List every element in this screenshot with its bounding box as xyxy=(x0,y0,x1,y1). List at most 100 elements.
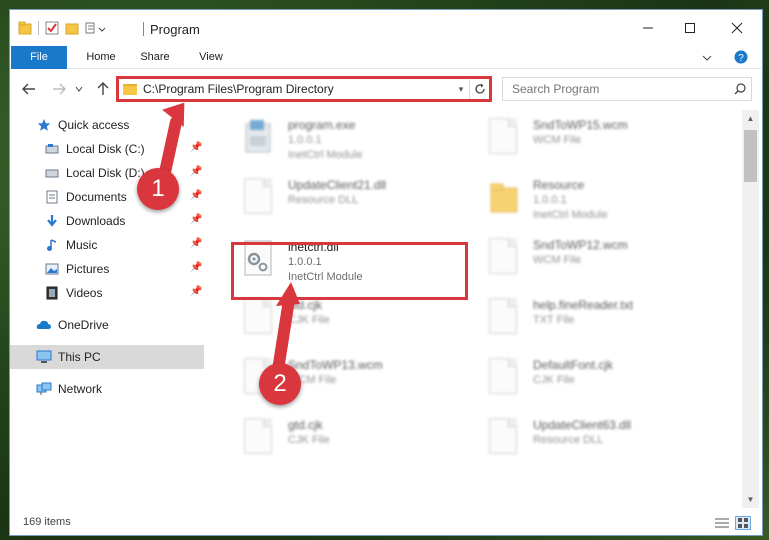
file-detail: CJK File xyxy=(288,314,330,326)
search-icon[interactable] xyxy=(729,83,751,95)
sidebar-item-pictures[interactable]: Pictures 📌 xyxy=(10,257,204,281)
file-detail: Resource DLL xyxy=(533,434,604,446)
file-detail: 1.0.0.1 xyxy=(288,134,322,146)
file-name: program.exe xyxy=(288,118,356,132)
chevron-down-icon[interactable] xyxy=(702,52,712,66)
pin-icon[interactable]: 📌 xyxy=(190,142,202,153)
details-view-icon[interactable] xyxy=(714,516,730,530)
sidebar-item-local-disk-c[interactable]: Local Disk (C:) 📌 xyxy=(10,137,204,161)
document-icon xyxy=(489,238,519,276)
pin-icon[interactable]: 📌 xyxy=(190,286,202,297)
recent-locations-icon[interactable] xyxy=(72,78,86,100)
sidebar-item-videos[interactable]: Videos 📌 xyxy=(10,281,204,305)
file-detail: WCM File xyxy=(533,254,582,266)
address-bar[interactable]: C:\Program Files\Program Directory ▾ xyxy=(116,76,492,102)
sidebar-item-quick-access[interactable]: Quick access xyxy=(10,113,204,137)
up-button[interactable] xyxy=(92,78,114,100)
tab-file[interactable]: File xyxy=(11,46,67,69)
status-bar: 169 items xyxy=(10,510,762,536)
file-item[interactable]: SndToWP13.wcm WCM File xyxy=(218,354,458,414)
videos-icon xyxy=(44,285,60,301)
minimize-button[interactable] xyxy=(625,10,671,46)
file-item[interactable]: help.fineReader.txt TXT File xyxy=(463,294,703,354)
large-icons-view-icon[interactable] xyxy=(735,516,751,530)
sidebar-item-music[interactable]: Music 📌 xyxy=(10,233,204,257)
scroll-down-arrow-icon[interactable]: ▼ xyxy=(742,491,759,508)
sidebar-item-this-pc[interactable]: This PC xyxy=(10,345,204,369)
pin-icon[interactable]: 📌 xyxy=(190,190,202,201)
file-type: InetCtrl Module xyxy=(533,209,608,221)
file-name: UpdateClient63.dll xyxy=(533,418,632,432)
file-name: std.cjk xyxy=(288,298,323,312)
folder-icon xyxy=(123,83,137,95)
file-detail: 1.0.0.1 xyxy=(533,194,567,206)
sidebar-item-label: Downloads xyxy=(66,214,126,228)
title-separator xyxy=(143,22,144,36)
file-detail: Resource DLL xyxy=(288,194,359,206)
file-name: SndToWP12.wcm xyxy=(533,238,628,252)
maximize-button[interactable] xyxy=(667,10,713,46)
explorer-window: Program File Home Share View ? C:\Progra… xyxy=(9,9,763,536)
file-item[interactable]: UpdateClient21.dll Resource DLL xyxy=(218,174,458,234)
properties-icon[interactable] xyxy=(45,21,59,35)
file-item[interactable]: gtd.cjk CJK File xyxy=(218,414,458,474)
file-item[interactable]: DefaultFont.cjk CJK File xyxy=(463,354,703,414)
file-detail: CJK File xyxy=(533,374,575,386)
application-icon xyxy=(244,118,274,156)
step-1-badge: 1 xyxy=(137,168,179,210)
scroll-up-arrow-icon[interactable]: ▲ xyxy=(742,110,759,127)
pin-icon[interactable]: 📌 xyxy=(190,166,202,177)
ribbon: File Home Share View ? xyxy=(10,46,762,69)
inetctrl-highlight-box xyxy=(231,242,468,300)
star-icon xyxy=(36,117,52,133)
file-type: InetCtrl Module xyxy=(288,149,363,161)
cloud-icon xyxy=(36,317,52,333)
title-bar: Program xyxy=(10,10,762,46)
sidebar-item-label: Local Disk (C:) xyxy=(66,142,145,156)
tab-view[interactable]: View xyxy=(192,46,230,69)
address-path[interactable]: C:\Program Files\Program Directory xyxy=(143,82,453,96)
tab-share[interactable]: Share xyxy=(134,46,176,69)
folder-icon[interactable] xyxy=(18,21,32,35)
file-name: help.fineReader.txt xyxy=(533,298,634,312)
search-box[interactable] xyxy=(502,77,752,101)
pin-icon[interactable]: 📌 xyxy=(190,214,202,225)
vertical-scrollbar[interactable]: ▲ ▼ xyxy=(742,110,759,508)
item-count: 169 items xyxy=(23,516,71,528)
file-item[interactable]: SndToWP15.wcm WCM File xyxy=(463,114,703,174)
pin-icon[interactable]: 📌 xyxy=(190,238,202,249)
file-name: DefaultFont.cjk xyxy=(533,358,614,372)
pin-icon[interactable]: 📌 xyxy=(190,262,202,273)
sidebar-item-label: This PC xyxy=(58,350,101,364)
sidebar-item-downloads[interactable]: Downloads 📌 xyxy=(10,209,204,233)
sidebar-item-onedrive[interactable]: OneDrive xyxy=(10,313,204,337)
sidebar-item-network[interactable]: Network xyxy=(10,377,204,401)
network-icon xyxy=(36,381,52,397)
scroll-thumb[interactable] xyxy=(744,130,757,182)
file-item[interactable]: Resource 1.0.0.1 InetCtrl Module xyxy=(463,174,703,234)
file-item[interactable]: SndToWP12.wcm WCM File xyxy=(463,234,703,294)
sidebar-item-label: Documents xyxy=(66,190,127,204)
document-icon xyxy=(244,298,274,336)
file-item[interactable]: UpdateClient63.dll Resource DLL xyxy=(463,414,703,474)
sidebar-item-label: Music xyxy=(66,238,98,252)
close-button[interactable] xyxy=(714,10,760,46)
refresh-icon[interactable] xyxy=(469,79,489,99)
document-icon xyxy=(244,418,274,456)
new-folder-icon[interactable] xyxy=(65,21,79,35)
forward-button[interactable] xyxy=(48,78,70,100)
qat-separator xyxy=(38,21,39,35)
file-list: program.exe 1.0.0.1 InetCtrl Module SndT… xyxy=(210,110,742,510)
documents-icon xyxy=(44,189,60,205)
file-item[interactable]: program.exe 1.0.0.1 InetCtrl Module xyxy=(218,114,458,174)
tab-home[interactable]: Home xyxy=(76,46,126,69)
search-input[interactable] xyxy=(512,82,729,96)
chevron-down-icon[interactable]: ▾ xyxy=(453,84,469,95)
dll-file-icon xyxy=(489,418,519,456)
pictures-icon xyxy=(44,261,60,277)
help-icon[interactable]: ? xyxy=(734,50,748,67)
file-item[interactable]: std.cjk CJK File xyxy=(218,294,458,354)
back-button[interactable] xyxy=(18,78,40,100)
customize-toolbar-icon[interactable] xyxy=(85,21,107,35)
file-name: gtd.cjk xyxy=(288,418,323,432)
